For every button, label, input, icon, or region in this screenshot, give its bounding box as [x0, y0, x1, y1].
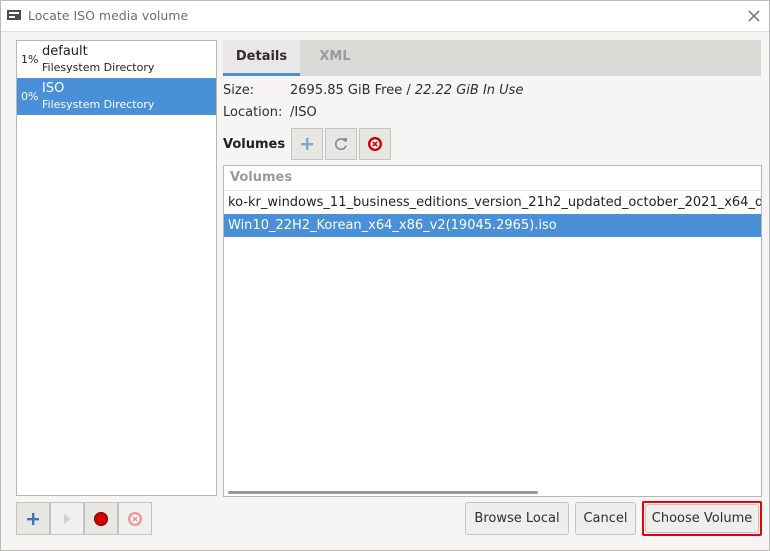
window-title: Locate ISO media volume [28, 8, 189, 23]
dialog-window: Locate ISO media volume 1% default Files… [0, 0, 770, 551]
pool-list: 1% default Filesystem Directory 0% ISO F… [16, 40, 217, 496]
tab-details[interactable]: Details [223, 40, 300, 76]
location-value: /ISO [290, 105, 317, 120]
pool-name: default [42, 44, 88, 59]
pool-item-iso[interactable]: 0% ISO Filesystem Directory [17, 78, 216, 115]
refresh-volumes-button[interactable] [325, 128, 357, 160]
pool-type: Filesystem Directory [42, 61, 155, 74]
horizontal-scrollbar[interactable] [228, 491, 538, 494]
tab-bar: Details XML [223, 40, 761, 76]
choose-volume-button[interactable]: Choose Volume [645, 504, 759, 533]
delete-icon [128, 512, 142, 526]
pool-item-default[interactable]: 1% default Filesystem Directory [17, 41, 216, 78]
volumes-label: Volumes [223, 137, 286, 152]
in-use-space: 22.22 GiB In Use [414, 83, 524, 98]
pool-name: ISO [42, 81, 65, 96]
title-bar[interactable]: Locate ISO media volume [1, 1, 769, 32]
volumes-column-header[interactable]: Volumes [224, 166, 761, 191]
free-space: 2695.85 GiB Free / [290, 83, 415, 98]
pool-usage: 0% [21, 90, 39, 103]
start-icon [64, 514, 71, 524]
cancel-button[interactable]: Cancel [575, 502, 636, 535]
refresh-icon [334, 138, 347, 151]
delete-icon [368, 137, 382, 151]
stop-pool-button[interactable] [84, 502, 118, 535]
volumes-table: Volumes ko-kr_windows_11_business_editio… [223, 165, 762, 497]
add-volume-button[interactable] [291, 128, 323, 160]
close-icon[interactable] [743, 5, 765, 27]
add-icon [301, 138, 313, 150]
add-pool-button[interactable] [16, 502, 50, 535]
app-icon [7, 10, 21, 20]
size-value: 2695.85 GiB Free / 22.22 GiB In Use [290, 83, 523, 98]
pool-type: Filesystem Directory [42, 98, 155, 111]
browse-local-button[interactable]: Browse Local [465, 502, 569, 535]
volume-row-selected[interactable]: Win10_22H2_Korean_x64_x86_v2(19045.2965)… [224, 214, 761, 237]
add-icon [27, 513, 39, 525]
delete-volume-button[interactable] [359, 128, 391, 160]
pool-usage: 1% [21, 53, 39, 66]
start-pool-button[interactable] [50, 502, 84, 535]
stop-icon [94, 512, 108, 526]
location-label: Location: [223, 105, 283, 120]
volume-row[interactable]: ko-kr_windows_11_business_editions_versi… [224, 191, 761, 214]
tab-xml[interactable]: XML [300, 40, 370, 76]
delete-pool-button[interactable] [118, 502, 152, 535]
size-label: Size: [223, 83, 255, 98]
